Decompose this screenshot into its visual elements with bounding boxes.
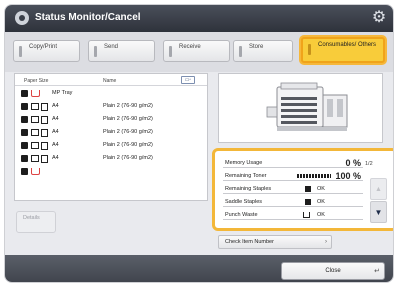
paper-size: A4 [52, 103, 59, 109]
paper-size: A4 [52, 116, 59, 122]
staples-value: OK [317, 186, 325, 192]
machine-image-panel [218, 73, 383, 143]
paper-size: A4 [52, 142, 59, 148]
punch-waste-icon [303, 212, 310, 218]
tab-store[interactable]: Store [233, 40, 293, 62]
list-header: Paper Size Name ▭▫ [15, 74, 207, 86]
tab-indicator-icon [19, 46, 22, 57]
button-label: Check Item Number [225, 239, 274, 245]
tab-indicator-icon [94, 46, 97, 57]
tab-indicator-icon [169, 46, 172, 57]
close-button[interactable]: Close ↵ [281, 262, 385, 280]
details-button[interactable]: Details [16, 211, 56, 233]
scroll-up-button[interactable]: ▲ [370, 178, 387, 200]
paper-type: Plain 2 (76-90 g/m2) [103, 103, 153, 109]
paper-type: Plain 2 (76-90 g/m2) [103, 142, 153, 148]
paper-sheet-icon [41, 155, 48, 163]
list-item[interactable] [15, 166, 207, 179]
status-monitor-screen: Status Monitor/Cancel ⚙ Copy/Print Send … [4, 4, 394, 283]
page-title: Status Monitor/Cancel [35, 12, 141, 23]
paper-sheet-icon [41, 103, 48, 111]
status-label: Remaining Toner [225, 173, 267, 179]
column-name: Name [103, 78, 117, 84]
list-item[interactable]: A4 Plain 2 (76-90 g/m2) [15, 153, 207, 166]
column-paper-size: Paper Size [24, 78, 49, 84]
tab-copy-print[interactable]: Copy/Print [13, 40, 80, 62]
paper-drawer-icon [31, 155, 39, 162]
paper-drawer-icon [31, 103, 39, 110]
status-label: Remaining Staples [225, 186, 272, 192]
paper-type: Plain 2 (76-90 g/m2) [103, 129, 153, 135]
tab-indicator-icon [239, 46, 242, 57]
punch-waste-row: Punch Waste OK [223, 209, 363, 220]
slot-number-icon [21, 168, 28, 175]
paper-rows: MP Tray A4 Plain 2 (76-90 g/m2) A4 Plain… [15, 88, 207, 179]
slot-number-icon [21, 142, 28, 149]
tab-send[interactable]: Send [88, 40, 155, 62]
tab-receive[interactable]: Receive [163, 40, 230, 62]
paper-drawer-icon [31, 129, 39, 136]
bottom-bar: Close ↵ [5, 255, 393, 282]
check-item-number-button[interactable]: Check Item Number › [218, 235, 332, 249]
scroll-down-button[interactable]: ▼ [370, 201, 387, 223]
bypass-tray-icon [31, 168, 40, 175]
bypass-tray-icon [31, 90, 40, 97]
tab-label: Receive [179, 44, 201, 50]
toner-level-meter [297, 174, 331, 178]
return-icon: ↵ [374, 268, 380, 275]
paper-type: Plain 2 (76-90 g/m2) [103, 155, 153, 161]
tab-label: Consumables/ Others [318, 42, 377, 48]
tab-label: Copy/Print [29, 44, 58, 50]
saddle-staples-row: Saddle Staples OK [223, 196, 363, 207]
paper-info-icon[interactable]: ▭▫ [181, 76, 195, 84]
memory-usage-value: 0 % [345, 158, 361, 168]
paper-type: Plain 2 (76-90 g/m2) [103, 116, 153, 122]
page-indicator: 1/2 [365, 161, 373, 167]
status-label: Punch Waste [225, 212, 258, 218]
paper-size: MP Tray [52, 90, 73, 96]
status-label: Memory Usage [225, 160, 263, 166]
tab-consumables-others[interactable]: Consumables/ Others [301, 37, 385, 63]
list-item[interactable]: A4 Plain 2 (76-90 g/m2) [15, 127, 207, 140]
title-bar: Status Monitor/Cancel ⚙ [5, 5, 393, 32]
paper-sheet-icon [41, 116, 48, 124]
toner-value: 100 % [335, 171, 361, 181]
tab-label: Send [104, 44, 119, 50]
status-monitor-icon [15, 11, 29, 25]
slot-number-icon [21, 103, 28, 110]
punch-value: OK [317, 212, 325, 218]
list-item[interactable]: A4 Plain 2 (76-90 g/m2) [15, 114, 207, 127]
paper-drawer-icon [31, 142, 39, 149]
button-label: Close [325, 268, 341, 274]
slot-number-icon [21, 129, 28, 136]
slot-number-icon [21, 155, 28, 162]
saddle-value: OK [317, 199, 325, 205]
memory-usage-row: Memory Usage 0 % [223, 157, 363, 168]
tab-label: Store [249, 44, 264, 50]
paper-size: A4 [52, 129, 59, 135]
paper-sheet-icon [41, 129, 48, 137]
remaining-toner-row: Remaining Toner 100 % [223, 170, 363, 181]
list-item[interactable]: A4 Plain 2 (76-90 g/m2) [15, 140, 207, 153]
gear-icon[interactable]: ⚙ [370, 9, 388, 27]
chevron-right-icon: › [325, 239, 327, 245]
chevron-down-icon: ▼ [374, 208, 383, 217]
list-item[interactable]: A4 Plain 2 (76-90 g/m2) [15, 101, 207, 114]
tab-bar: Copy/Print Send Receive Store Consumable… [5, 32, 393, 72]
slot-number-icon [21, 90, 28, 97]
remaining-staples-row: Remaining Staples OK [223, 183, 363, 194]
paper-size: A4 [52, 155, 59, 161]
chevron-up-icon: ▲ [375, 186, 382, 193]
paper-sheet-icon [41, 142, 48, 150]
list-item[interactable]: MP Tray [15, 88, 207, 101]
paper-source-list: Paper Size Name ▭▫ MP Tray A4 Plain 2 (7… [14, 73, 208, 201]
printer-illustration-icon [266, 82, 348, 131]
staple-icon [305, 199, 311, 205]
tab-indicator-icon [308, 44, 311, 55]
paper-drawer-icon [31, 116, 39, 123]
staple-icon [305, 186, 311, 192]
status-label: Saddle Staples [225, 199, 262, 205]
slot-number-icon [21, 116, 28, 123]
